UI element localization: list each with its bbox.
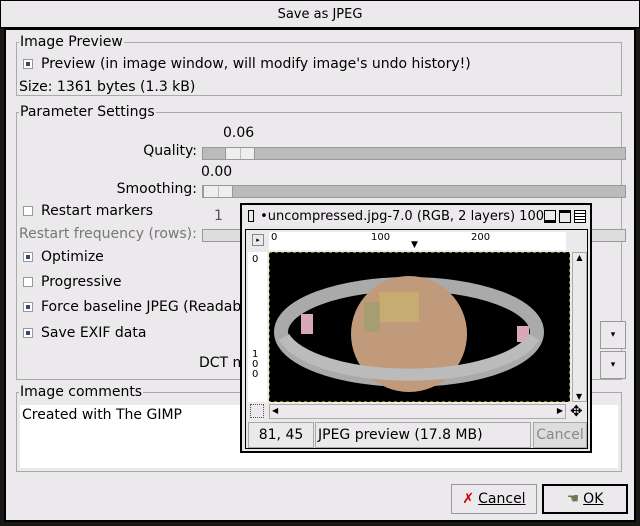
- checkbox-icon: [23, 206, 33, 216]
- smoothing-value: 0.00: [201, 164, 233, 180]
- pointer-marker-icon: ▼: [411, 240, 418, 250]
- quality-value: 0.06: [223, 125, 255, 141]
- scroll-down-icon[interactable]: ▼: [576, 392, 582, 401]
- ok-hand-icon: ☚: [566, 491, 580, 507]
- preview-checkbox[interactable]: Preview (in image window, will modify im…: [23, 56, 471, 72]
- vertical-ruler[interactable]: 0 100: [248, 252, 267, 402]
- ok-button[interactable]: ☚ OK: [542, 484, 628, 514]
- ruler-label: 100: [252, 349, 259, 380]
- shade-icon[interactable]: [574, 209, 586, 223]
- smoothing-slider-thumb[interactable]: [203, 186, 233, 197]
- comments-text: Created with The GIMP: [22, 407, 182, 423]
- image-canvas[interactable]: [269, 252, 570, 402]
- restart-frequency-value: 1: [214, 208, 223, 224]
- quality-slider-thumb[interactable]: [225, 148, 255, 159]
- quick-mask-icon[interactable]: [250, 404, 264, 418]
- gimp-titlebar[interactable]: •uncompressed.jpg-7.0 (RGB, 2 layers) 10…: [242, 205, 590, 227]
- image-preview-frame: Image Preview Preview (in image window, …: [16, 33, 622, 96]
- parameter-settings-legend: Parameter Settings: [19, 103, 156, 121]
- quality-label: Quality:: [143, 143, 197, 159]
- restart-frequency-label: Restart frequency (rows):: [19, 226, 197, 242]
- window-menu-icon[interactable]: [248, 210, 255, 222]
- status-cancel-button[interactable]: Cancel: [533, 422, 587, 448]
- force-baseline-checkbox[interactable]: Force baseline JPEG (Readabl: [23, 299, 245, 315]
- chevron-down-icon: ▾: [610, 330, 616, 340]
- gimp-image-window: •uncompressed.jpg-7.0 (RGB, 2 layers) 10…: [240, 203, 592, 453]
- maximize-icon[interactable]: [559, 209, 571, 223]
- smoothing-slider[interactable]: [202, 185, 626, 198]
- progressive-checkbox[interactable]: Progressive: [23, 274, 122, 290]
- checkbox-icon: [23, 302, 33, 312]
- cancel-x-icon: ✗: [462, 491, 475, 507]
- optimize-checkbox[interactable]: Optimize: [23, 249, 104, 265]
- chevron-down-icon: ▾: [610, 360, 616, 370]
- checkbox-icon: [23, 59, 33, 69]
- image-preview-legend: Image Preview: [19, 33, 124, 51]
- scroll-left-icon[interactable]: ◀: [272, 406, 278, 415]
- smoothing-label: Smoothing:: [116, 181, 197, 197]
- dct-method-dropdown[interactable]: ▾: [600, 351, 626, 379]
- cancel-button[interactable]: ✗ Cancel: [451, 484, 537, 514]
- ruler-label: 0: [252, 254, 259, 265]
- checkbox-icon: [23, 277, 33, 287]
- image-comments-legend: Image comments: [19, 383, 144, 401]
- horizontal-scrollbar[interactable]: ◀ ▶: [269, 404, 566, 419]
- dialog-title: Save as JPEG: [277, 7, 363, 22]
- horizontal-ruler[interactable]: 0 100 200 ▼: [269, 232, 566, 250]
- pointer-coordinates: 81, 45: [248, 422, 314, 448]
- checkbox-icon: [23, 328, 33, 338]
- restart-markers-checkbox[interactable]: Restart markers: [23, 203, 153, 219]
- quality-slider[interactable]: [202, 147, 626, 160]
- minimize-icon[interactable]: [544, 209, 556, 223]
- ruler-label: 0: [271, 232, 278, 243]
- menu-arrow-icon[interactable]: ▸: [252, 234, 264, 246]
- dialog-titlebar[interactable]: Save as JPEG: [0, 0, 640, 28]
- scroll-up-icon[interactable]: ▲: [576, 253, 582, 262]
- status-message: JPEG preview (17.8 MB): [315, 422, 531, 448]
- save-exif-checkbox[interactable]: Save EXIF data: [23, 325, 146, 341]
- size-label: Size: 1361 bytes (1.3 kB): [19, 79, 196, 95]
- scroll-right-icon[interactable]: ▶: [557, 406, 563, 415]
- ruler-label: 200: [471, 232, 491, 243]
- ruler-label: 100: [371, 232, 391, 243]
- vertical-scrollbar[interactable]: ▲ ▼: [572, 252, 587, 402]
- checkbox-icon: [23, 252, 33, 262]
- gimp-window-title: •uncompressed.jpg-7.0 (RGB, 2 layers) 10…: [260, 208, 544, 224]
- navigate-icon[interactable]: ✥: [570, 402, 583, 420]
- subsampling-dropdown[interactable]: ▾: [600, 321, 626, 349]
- gimp-canvas-area: ▸ 0 100 200 ▼ 0 100 ▲ ▼ ◀ ▶ ✥ 81, 45 JPEG …: [245, 229, 588, 449]
